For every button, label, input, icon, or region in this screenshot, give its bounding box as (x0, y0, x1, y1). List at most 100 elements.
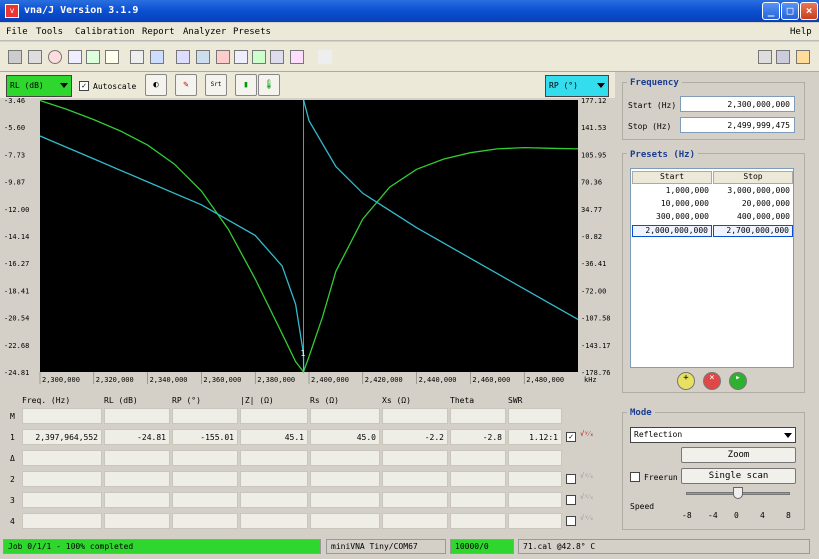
marker-type-icon[interactable]: √ʸ⁄ₓ (580, 430, 606, 444)
menu-report[interactable]: Report (142, 27, 175, 37)
freerun-checkbox[interactable] (630, 472, 640, 482)
table-cell[interactable]: -24.81 (104, 429, 170, 445)
table-cell[interactable] (310, 408, 380, 424)
zip-icon[interactable] (290, 50, 304, 64)
right-trace-select[interactable]: RP (°) (545, 75, 609, 97)
table-cell[interactable] (172, 408, 238, 424)
mode-select[interactable]: Reflection (630, 427, 796, 443)
table-cell[interactable] (172, 450, 238, 466)
stop-frequency-input[interactable]: 2,499,999,475 (680, 117, 795, 133)
table-cell[interactable]: -2.8 (450, 429, 506, 445)
preset-cell[interactable]: 10,000,000 (632, 199, 712, 211)
network-icon[interactable] (86, 50, 100, 64)
clock-icon[interactable] (48, 50, 62, 64)
menu-calibration[interactable]: Calibration (75, 27, 135, 37)
preset-cell[interactable]: 1,000,000 (632, 186, 712, 198)
table-cell[interactable] (508, 450, 562, 466)
table-cell[interactable] (22, 513, 102, 529)
marker-enable-checkbox[interactable] (566, 495, 576, 505)
close-button[interactable]: × (800, 2, 818, 20)
menu-presets[interactable]: Presets (233, 27, 271, 37)
table-cell[interactable] (382, 408, 448, 424)
table-cell[interactable] (22, 408, 102, 424)
cal-icon[interactable] (130, 50, 144, 64)
marker-type-icon[interactable]: √ʸ⁄ₓ (580, 493, 606, 507)
table-cell[interactable] (508, 513, 562, 529)
antenna-icon[interactable] (28, 50, 42, 64)
table-cell[interactable] (310, 492, 380, 508)
start-frequency-input[interactable]: 2,300,000,000 (680, 96, 795, 112)
table-cell[interactable] (22, 492, 102, 508)
marker-type-icon[interactable]: √ʸ⁄ₓ (580, 472, 606, 486)
table-cell[interactable] (22, 471, 102, 487)
table-cell[interactable] (450, 513, 506, 529)
preset-cell[interactable]: 300,000,000 (632, 212, 712, 224)
marker-type-icon[interactable]: √ʸ⁄ₓ (580, 514, 606, 528)
options-icon[interactable] (758, 50, 772, 64)
table-cell[interactable]: 45.1 (240, 429, 308, 445)
load-preset-button[interactable]: ▸ (729, 372, 747, 390)
table-cell[interactable]: -155.01 (172, 429, 238, 445)
wrench-icon[interactable] (150, 50, 164, 64)
table-cell[interactable] (172, 471, 238, 487)
table-cell[interactable] (382, 513, 448, 529)
sort-icon[interactable]: Srt (205, 74, 227, 96)
table-cell[interactable] (508, 471, 562, 487)
table-cell[interactable] (104, 450, 170, 466)
speed-slider-thumb[interactable] (733, 487, 743, 499)
menu-help[interactable]: Help (790, 27, 812, 37)
single-scan-button[interactable]: Single scan (681, 468, 796, 484)
preset-cell[interactable]: 2,000,000,000 (632, 225, 712, 237)
table-cell[interactable]: 2,397,964,552 (22, 429, 102, 445)
table-cell[interactable] (240, 492, 308, 508)
table-cell[interactable] (310, 450, 380, 466)
table-cell[interactable]: -2.2 (382, 429, 448, 445)
table-cell[interactable] (240, 513, 308, 529)
preset-cell[interactable]: 400,000,000 (713, 212, 793, 224)
left-trace-select[interactable]: RL (dB) (6, 75, 72, 97)
marker-enable-checkbox[interactable]: ✓ (566, 432, 576, 442)
table-cell[interactable] (382, 492, 448, 508)
excel-icon[interactable] (252, 50, 266, 64)
print-icon[interactable] (196, 50, 210, 64)
settings-icon[interactable] (68, 50, 82, 64)
table-cell[interactable] (310, 471, 380, 487)
table-cell[interactable] (104, 492, 170, 508)
menu-tools[interactable]: Tools (36, 27, 63, 37)
table-cell[interactable]: 1.12:1 (508, 429, 562, 445)
table-cell[interactable] (382, 471, 448, 487)
table-cell[interactable]: 45.0 (310, 429, 380, 445)
layout-icon[interactable] (796, 50, 810, 64)
export-icon[interactable] (176, 50, 190, 64)
preset-cell[interactable]: 2,700,000,000 (713, 225, 793, 237)
table-cell[interactable] (240, 450, 308, 466)
marker-enable-checkbox[interactable] (566, 474, 576, 484)
table-cell[interactable] (104, 471, 170, 487)
tools-icon[interactable] (776, 50, 790, 64)
edit-icon[interactable]: ✎ (175, 74, 197, 96)
scan-icon[interactable] (8, 50, 22, 64)
marker-enable-checkbox[interactable] (566, 516, 576, 526)
menu-analyzer[interactable]: Analyzer (183, 27, 226, 37)
table-cell[interactable] (240, 471, 308, 487)
zoom-button[interactable]: Zoom (681, 447, 796, 463)
table-cell[interactable] (450, 450, 506, 466)
circle-icon[interactable]: ◐ (145, 74, 167, 96)
table-cell[interactable] (450, 408, 506, 424)
table-cell[interactable] (172, 492, 238, 508)
table-cell[interactable] (450, 492, 506, 508)
add-preset-button[interactable]: + (677, 372, 695, 390)
table-cell[interactable] (22, 450, 102, 466)
table-cell[interactable] (382, 450, 448, 466)
chart-icon[interactable] (270, 50, 284, 64)
table-cell[interactable] (508, 408, 562, 424)
table-cell[interactable] (240, 408, 308, 424)
delete-preset-button[interactable]: × (703, 372, 721, 390)
table-cell[interactable] (508, 492, 562, 508)
preset-cell[interactable]: 3,000,000,000 (713, 186, 793, 198)
thermometer-icon[interactable]: 🌡 (258, 74, 280, 96)
table-cell[interactable] (172, 513, 238, 529)
chart-svg[interactable]: -3.46 -5.60 -7.73 -9.87 -12.00 -14.14 -16.27 -1… (0, 98, 615, 384)
minimize-button[interactable]: _ (762, 2, 780, 20)
table-cell[interactable] (310, 513, 380, 529)
